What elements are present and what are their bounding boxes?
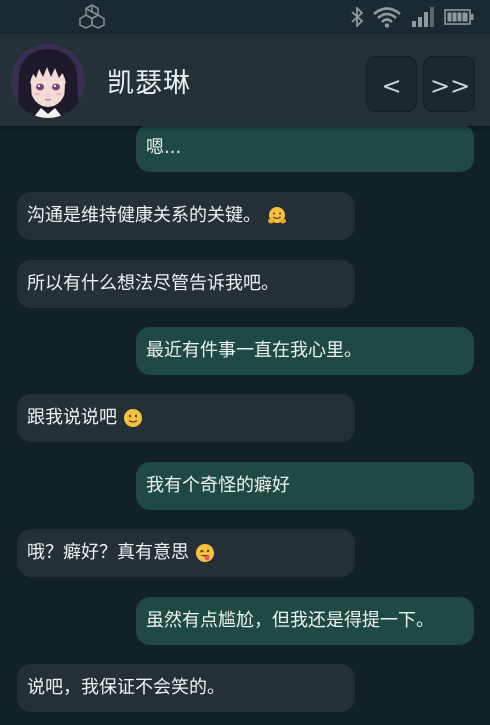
hugging-face-emoji-icon bbox=[267, 206, 287, 226]
message-text: 沟通是维持健康关系的关键。 bbox=[27, 205, 261, 226]
signal-icon bbox=[411, 6, 435, 28]
message-text: 说吧，我保证不会笑的。 bbox=[27, 677, 225, 698]
contact-name: 凯瑟琳 bbox=[107, 68, 191, 99]
message-bubble-incoming: 跟我说说吧 bbox=[17, 394, 355, 442]
message-bubble-outgoing: 最近有件事一直在我心里。 bbox=[136, 327, 474, 375]
battery-icon bbox=[444, 9, 474, 25]
next-button[interactable]: >> bbox=[423, 56, 475, 112]
message-text: 跟我说说吧 bbox=[27, 407, 117, 428]
message-bubble-incoming: 所以有什么想法尽管告诉我吧。 bbox=[17, 260, 355, 308]
status-icons bbox=[351, 4, 474, 30]
winking-tongue-emoji-icon bbox=[195, 543, 215, 563]
message-text: 嗯... bbox=[146, 137, 182, 158]
message-text: 所以有什么想法尽管告诉我吧。 bbox=[27, 273, 279, 294]
message-bubble-outgoing: 嗯... bbox=[136, 126, 474, 172]
message-text: 虽然有点尴尬，但我还是得提一下。 bbox=[146, 610, 434, 631]
message-text: 哦？癖好？真有意思 bbox=[27, 542, 189, 563]
status-bar bbox=[0, 0, 490, 34]
message-bubble-incoming: 说吧，我保证不会笑的。 bbox=[17, 664, 355, 712]
message-text: 最近有件事一直在我心里。 bbox=[146, 340, 362, 361]
bluetooth-icon bbox=[351, 7, 363, 27]
message-text: 我有个奇怪的癖好 bbox=[146, 475, 290, 496]
slight-smile-emoji-icon bbox=[123, 408, 143, 428]
wifi-icon bbox=[372, 6, 402, 28]
message-bubble-incoming: 哦？癖好？真有意思 bbox=[17, 529, 355, 577]
message-bubble-incoming: 沟通是维持健康关系的关键。 bbox=[17, 192, 355, 240]
message-list[interactable]: 嗯... 沟通是维持健康关系的关键。 所以有什么想法尽管告诉我吧。 最近有件事一… bbox=[0, 126, 490, 725]
message-bubble-outgoing: 虽然有点尴尬，但我还是得提一下。 bbox=[136, 597, 474, 645]
app-cube-icon bbox=[78, 3, 106, 29]
prev-button[interactable]: < bbox=[366, 56, 417, 112]
avatar[interactable] bbox=[11, 44, 85, 118]
chat-header: 凯瑟琳 < >> bbox=[0, 34, 490, 126]
message-bubble-outgoing: 我有个奇怪的癖好 bbox=[136, 462, 474, 510]
